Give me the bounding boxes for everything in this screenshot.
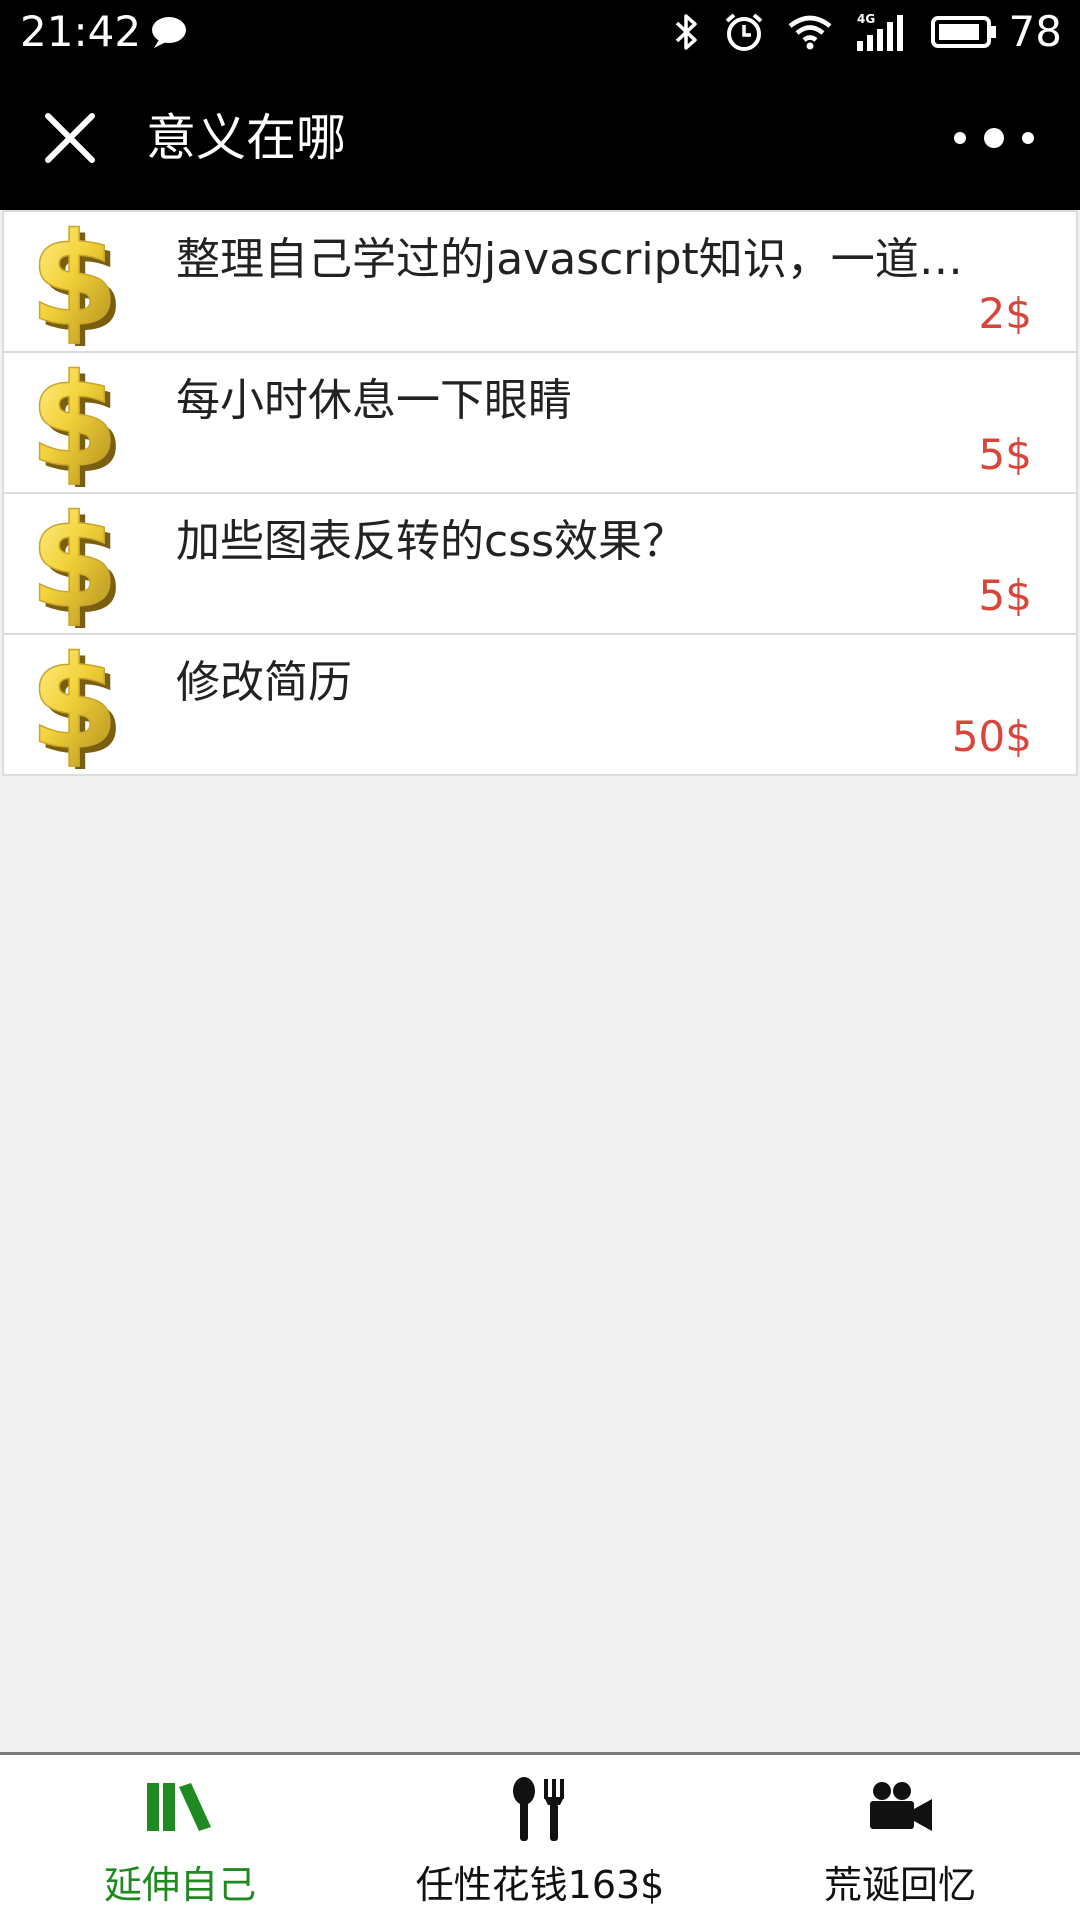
dollar-icon	[16, 218, 136, 346]
books-icon	[147, 1783, 211, 1831]
tab-label: 荒诞回忆	[823, 1863, 976, 1907]
wifi-icon	[788, 15, 831, 50]
tab-spend-money[interactable]: 任性花钱163$	[360, 1755, 720, 1920]
dollar-icon	[16, 500, 136, 628]
dollar-icon	[16, 641, 136, 769]
item-title: 修改简历	[176, 657, 352, 708]
list-item[interactable]: 每小时休息一下眼睛 5$	[2, 353, 1078, 494]
tab-extend-self[interactable]: 延伸自己	[0, 1755, 360, 1920]
item-price: 2$	[978, 289, 1032, 338]
list-item[interactable]: 整理自己学过的javascript知识，一道题… 2$	[2, 210, 1078, 353]
status-icons: 4G 78	[649, 6, 1062, 58]
alarm-icon	[725, 13, 762, 51]
item-title: 整理自己学过的javascript知识，一道题…	[176, 234, 1004, 285]
fork-spoon-icon	[513, 1777, 564, 1841]
tab-label: 延伸自己	[103, 1863, 256, 1907]
chat-bubble-icon	[152, 17, 186, 48]
status-time: 21:42	[20, 7, 142, 56]
status-bar: 21:42 4G 78	[0, 0, 1080, 64]
list-item[interactable]: 修改简历 50$	[2, 635, 1078, 776]
signal-4g-icon: 4G	[856, 12, 903, 51]
battery-level	[938, 24, 979, 40]
item-price: 5$	[978, 430, 1032, 479]
network-label: 4G	[857, 12, 875, 26]
task-list: 整理自己学过的javascript知识，一道题… 2$ 每小时休息一下眼睛 5$…	[2, 210, 1078, 776]
dollar-icon	[16, 359, 136, 487]
video-camera-icon	[870, 1782, 932, 1831]
item-title: 每小时休息一下眼睛	[176, 375, 572, 426]
tab-label: 任性花钱163$	[415, 1863, 665, 1907]
list-item[interactable]: 加些图表反转的css效果？ 5$	[2, 494, 1078, 635]
item-title: 加些图表反转的css效果？	[176, 516, 687, 567]
close-icon[interactable]	[44, 112, 96, 164]
tab-bar: 延伸自己 任性花钱163$ 荒诞回忆	[0, 1752, 1080, 1920]
item-price: 50$	[951, 712, 1032, 761]
more-options-icon[interactable]	[948, 120, 1040, 156]
item-price: 5$	[978, 571, 1032, 620]
page-title: 意义在哪	[146, 109, 346, 167]
battery-icon	[930, 16, 996, 48]
tab-absurd-memories[interactable]: 荒诞回忆	[720, 1755, 1080, 1920]
nav-bar: 意义在哪	[0, 64, 1080, 210]
bluetooth-icon	[675, 14, 697, 50]
battery-percent: 78	[1008, 7, 1062, 56]
